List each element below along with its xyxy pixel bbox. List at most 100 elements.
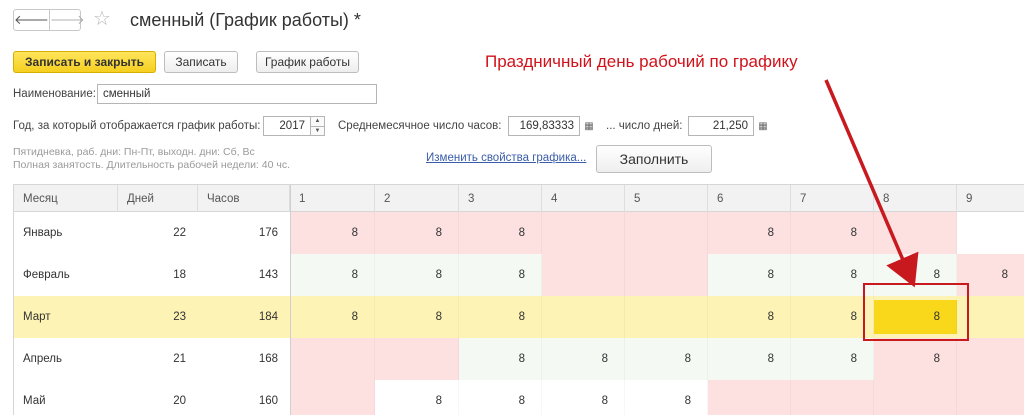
schedule-button[interactable]: График работы bbox=[256, 51, 359, 73]
save-button[interactable]: Записать bbox=[164, 51, 238, 73]
day-cell[interactable] bbox=[791, 380, 874, 415]
forward-arrow-icon[interactable]: 🡒 bbox=[48, 10, 85, 30]
hours-cell[interactable]: 160 bbox=[198, 380, 290, 415]
day-cell[interactable] bbox=[957, 380, 1024, 415]
table-header: Месяц Дней Часов 1 2 3 4 5 6 7 8 9 bbox=[14, 185, 1024, 212]
day-cell[interactable]: 8 bbox=[459, 212, 542, 254]
year-label: Год, за который отображается график рабо… bbox=[13, 120, 261, 132]
day-cell[interactable]: 8 bbox=[708, 296, 791, 338]
day-cell[interactable] bbox=[708, 380, 791, 415]
day-cell[interactable] bbox=[542, 212, 625, 254]
back-arrow-icon[interactable]: 🡐 bbox=[14, 10, 49, 30]
schedule-info-line1: Пятидневка, раб. дни: Пн-Пт, выходн. дни… bbox=[13, 146, 255, 158]
days-input[interactable]: 21,250 bbox=[688, 116, 754, 136]
year-input[interactable]: 2017 bbox=[263, 116, 311, 136]
day-cell[interactable] bbox=[290, 380, 375, 415]
month-cell[interactable]: Май bbox=[14, 380, 118, 415]
column-header[interactable]: Часов bbox=[198, 185, 290, 212]
hours-cell[interactable]: 168 bbox=[198, 338, 290, 380]
day-cell[interactable]: 8 bbox=[290, 254, 375, 296]
days-cell[interactable]: 18 bbox=[118, 254, 198, 296]
calculator-icon[interactable]: ▦ bbox=[580, 116, 598, 136]
save-and-close-button[interactable]: Записать и закрыть bbox=[13, 51, 156, 73]
spin-up-icon[interactable]: ▲ bbox=[311, 117, 324, 126]
avg-hours-input[interactable]: 169,83333 bbox=[508, 116, 580, 136]
day-cell[interactable]: 8 bbox=[375, 212, 459, 254]
column-header[interactable]: 3 bbox=[459, 185, 542, 212]
day-cell[interactable]: 8 bbox=[459, 254, 542, 296]
day-cell[interactable] bbox=[874, 212, 957, 254]
day-cell[interactable] bbox=[625, 212, 708, 254]
day-cell[interactable]: 8 bbox=[708, 254, 791, 296]
avg-hours-label: Среднемесячное число часов: bbox=[338, 120, 502, 132]
hours-cell[interactable]: 184 bbox=[198, 296, 290, 338]
days-cell[interactable]: 21 bbox=[118, 338, 198, 380]
column-header[interactable]: 5 bbox=[625, 185, 708, 212]
table-row[interactable]: Май 20 160 8 8 8 8 bbox=[14, 380, 1024, 415]
annotation-text: Праздничный день рабочий по графику bbox=[485, 52, 798, 71]
year-spinner[interactable]: ▲ ▼ bbox=[311, 116, 325, 136]
day-cell[interactable] bbox=[625, 254, 708, 296]
column-header[interactable]: 2 bbox=[375, 185, 459, 212]
day-cell[interactable]: 8 bbox=[791, 338, 874, 380]
table-row[interactable]: Апрель 21 168 8 8 8 8 8 8 bbox=[14, 338, 1024, 380]
month-cell[interactable]: Январь bbox=[14, 212, 118, 254]
column-header[interactable]: 7 bbox=[791, 185, 874, 212]
window-title: сменный (График работы) * bbox=[130, 10, 361, 30]
day-cell[interactable]: 8 bbox=[625, 380, 708, 415]
day-cell[interactable] bbox=[542, 296, 625, 338]
day-cell[interactable] bbox=[625, 296, 708, 338]
day-cell[interactable]: 8 bbox=[542, 380, 625, 415]
column-header[interactable]: 1 bbox=[290, 185, 375, 212]
column-header[interactable]: Дней bbox=[118, 185, 198, 212]
days-cell[interactable]: 20 bbox=[118, 380, 198, 415]
hours-cell[interactable]: 176 bbox=[198, 212, 290, 254]
calculator-icon[interactable]: ▦ bbox=[754, 116, 772, 136]
column-header[interactable]: 6 bbox=[708, 185, 791, 212]
day-cell[interactable] bbox=[290, 338, 375, 380]
day-cell[interactable] bbox=[874, 380, 957, 415]
day-cell[interactable]: 8 bbox=[375, 380, 459, 415]
month-cell[interactable]: Апрель bbox=[14, 338, 118, 380]
name-input[interactable]: сменный bbox=[97, 84, 377, 104]
favorite-star-icon[interactable]: ☆ bbox=[93, 8, 111, 30]
day-cell[interactable] bbox=[957, 212, 1024, 254]
days-label: ... число дней: bbox=[606, 120, 683, 132]
day-cell[interactable]: 8 bbox=[459, 338, 542, 380]
history-nav: 🡐 🡒 bbox=[13, 9, 85, 31]
hours-cell[interactable]: 143 bbox=[198, 254, 290, 296]
day-cell[interactable]: 8 bbox=[290, 296, 375, 338]
column-header[interactable]: 4 bbox=[542, 185, 625, 212]
day-cell[interactable]: 8 bbox=[290, 212, 375, 254]
day-cell[interactable]: 8 bbox=[791, 212, 874, 254]
name-label: Наименование: bbox=[13, 88, 96, 100]
fill-button[interactable]: Заполнить bbox=[596, 145, 712, 173]
schedule-info-line2: Полная занятость. Длительность рабочей н… bbox=[13, 159, 291, 171]
day-cell[interactable]: 8 bbox=[375, 254, 459, 296]
frozen-columns-divider bbox=[290, 185, 291, 415]
days-cell[interactable]: 22 bbox=[118, 212, 198, 254]
day-cell[interactable]: 8 bbox=[708, 212, 791, 254]
day-cell[interactable]: 8 bbox=[459, 380, 542, 415]
column-header[interactable]: 8 bbox=[874, 185, 957, 212]
day-cell[interactable]: 8 bbox=[791, 296, 874, 338]
day-cell[interactable]: 8 bbox=[791, 254, 874, 296]
month-cell[interactable]: Февраль bbox=[14, 254, 118, 296]
month-cell[interactable]: Март bbox=[14, 296, 118, 338]
day-cell[interactable]: 8 bbox=[375, 296, 459, 338]
column-header[interactable]: Месяц bbox=[14, 185, 118, 212]
day-cell[interactable]: 8 bbox=[708, 338, 791, 380]
column-header[interactable]: 9 bbox=[957, 185, 1024, 212]
table-row[interactable]: Январь 22 176 8 8 8 8 8 bbox=[14, 212, 1024, 254]
spin-down-icon[interactable]: ▼ bbox=[311, 126, 324, 136]
highlight-box bbox=[863, 283, 969, 341]
day-cell[interactable]: 8 bbox=[542, 338, 625, 380]
day-cell[interactable]: 8 bbox=[625, 338, 708, 380]
day-cell[interactable]: 8 bbox=[874, 338, 957, 380]
day-cell[interactable]: 8 bbox=[459, 296, 542, 338]
days-cell[interactable]: 23 bbox=[118, 296, 198, 338]
change-properties-link[interactable]: Изменить свойства графика... bbox=[426, 152, 586, 164]
day-cell[interactable] bbox=[957, 338, 1024, 380]
day-cell[interactable] bbox=[375, 338, 459, 380]
day-cell[interactable] bbox=[542, 254, 625, 296]
